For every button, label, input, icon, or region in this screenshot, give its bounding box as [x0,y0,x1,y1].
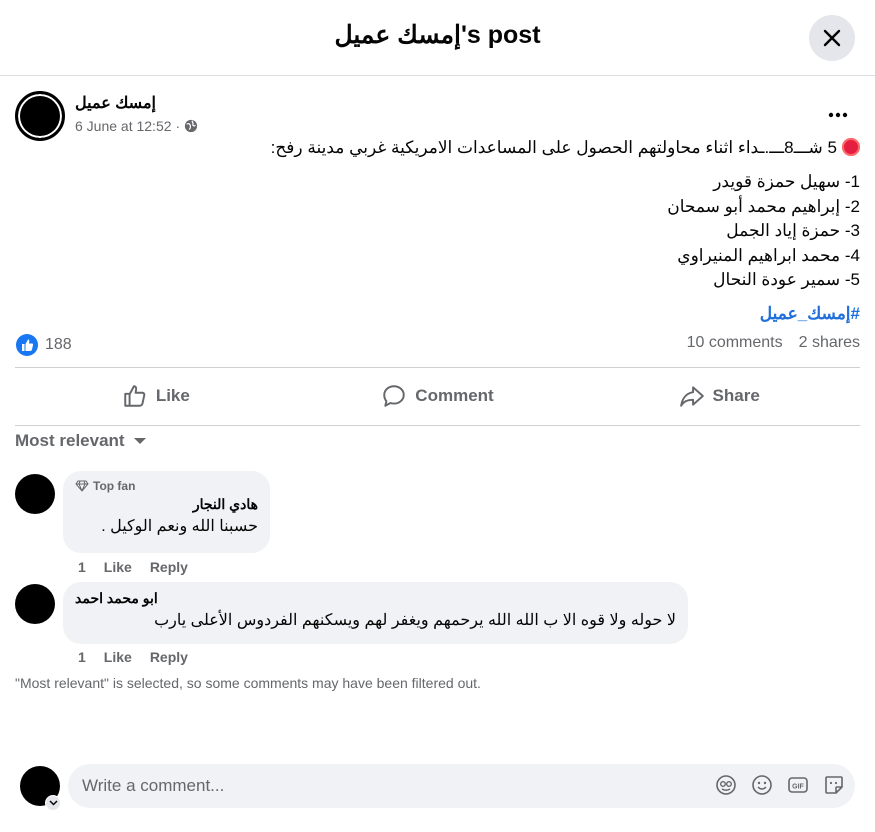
reaction-count: 188 [45,336,72,353]
caret-down-icon [133,438,146,444]
list-item: 1- سهيل حمزة قويدر [713,172,860,191]
list-item: 5- سمير عودة النحال [713,270,860,289]
avatar-frame-button[interactable] [715,774,737,796]
author-name[interactable]: إمسك عميل [75,93,156,113]
list-item: 4- محمد ابراهيم المنيراوي [677,245,860,265]
gif-icon: GIF [788,777,808,793]
divider [15,425,860,426]
profile-switch-button[interactable] [45,795,61,811]
chevron-down-icon [48,800,58,806]
comment-reply-button[interactable]: Reply [150,559,188,575]
comment-bubble: Top fan هادي النجار حسبنا الله ونعم الوك… [63,471,270,553]
commenter-avatar[interactable] [15,584,55,624]
share-button[interactable]: Share [578,368,860,424]
sticker-icon [825,776,843,794]
comment-sort-dropdown[interactable]: Most relevant [15,431,147,451]
comment-actions: 1 Like Reply [78,649,188,665]
comment-button[interactable]: Comment [297,368,579,424]
comment-like-count: 1 [78,559,86,575]
more-icon [828,112,848,118]
emoji-button[interactable] [751,774,773,796]
share-icon [679,386,704,407]
dialog-title: إمسك عميل's post [334,21,541,49]
gif-button[interactable]: GIF [787,774,809,796]
emoji-icon [752,775,772,795]
commenter-name[interactable]: هادي النجار [75,496,258,513]
comment-actions: 1 Like Reply [78,559,188,575]
close-icon [823,29,841,47]
globe-icon [185,119,198,133]
thumbs-up-icon [124,385,146,407]
badge-label: Top fan [93,479,136,493]
red-circle-icon [842,138,860,156]
more-options-button[interactable] [826,103,850,127]
avatar-frame-icon [716,775,736,795]
like-reaction-icon [16,334,38,356]
list-item: 3- حمزة إياد الجمل [726,221,860,240]
comment-composer: GIF [68,764,855,808]
comment-text: لا حوله ولا قوه الا ب الله الله يرحمهم و… [154,612,676,629]
comment-input[interactable] [82,764,682,808]
diamond-icon [75,480,89,492]
reaction-summary[interactable]: 188 [15,333,72,357]
commenter-name[interactable]: ابو محمد احمد [75,590,676,607]
comments-count[interactable]: 10 comments [687,334,783,352]
engagement-counts: 10 comments 2 shares [687,334,860,352]
dialog-header: إمسك عميل's post [0,0,875,76]
comment-like-button[interactable]: Like [104,559,132,575]
top-fan-badge: Top fan [75,479,258,493]
meta-separator: · [175,118,181,134]
author-avatar[interactable] [15,91,65,141]
svg-text:GIF: GIF [792,784,804,791]
comment-like-button[interactable]: Like [104,649,132,665]
like-label: Like [155,386,190,405]
comment-icon [383,385,406,407]
comment-reply-button[interactable]: Reply [150,649,188,665]
comment-text: حسبنا الله ونعم الوكيل . [101,518,258,535]
composer-tools: GIF [715,774,845,796]
commenter-avatar[interactable] [15,474,55,514]
headline-text: 5 شـــ8ـــ.ـداء اثناء محاولتهم الحصول عل… [270,138,837,157]
comment-like-count: 1 [78,649,86,665]
post-actions: Like Comment Share [15,368,860,424]
filter-note: "Most relevant" is selected, so some com… [15,675,481,691]
hashtag-link[interactable]: #إمسك_عميل [15,302,860,326]
like-button[interactable]: Like [15,368,297,424]
list-item: 2- إبراهيم محمد أبو سمحان [667,196,860,216]
shares-count[interactable]: 2 shares [799,334,860,352]
sort-label: Most relevant [15,431,125,450]
comment-label: Comment [415,386,494,405]
comment-bubble: ابو محمد احمد لا حوله ولا قوه الا ب الله… [63,582,688,644]
post-meta: 6 June at 12:52 · [75,118,198,134]
post-headline: 5 شـــ8ـــ.ـداء اثناء محاولتهم الحصول عل… [15,136,860,160]
names-list: 1- سهيل حمزة قويدر 2- إبراهيم محمد أبو س… [15,170,860,293]
close-button[interactable] [809,15,855,61]
share-label: Share [712,386,760,405]
sticker-button[interactable] [823,774,845,796]
post-timestamp[interactable]: 6 June at 12:52 [75,118,172,134]
